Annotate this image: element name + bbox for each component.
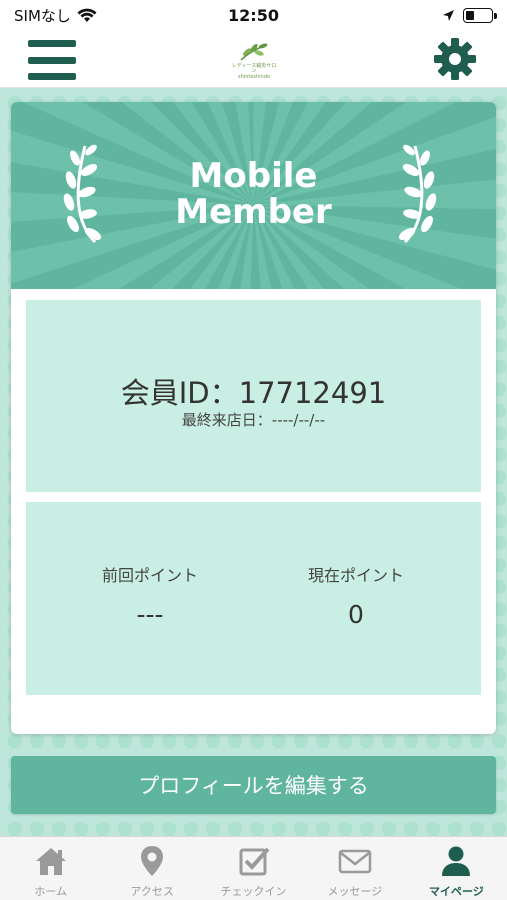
points-panel: 前回ポイント --- 現在ポイント 0 xyxy=(26,502,481,695)
nav-bar: レディース鍼灸サロン shintoshindo xyxy=(0,30,507,88)
person-icon xyxy=(442,846,471,876)
tab-bar: ホーム アクセス チェックイン メッセージ マイページ xyxy=(0,836,507,900)
tab-mypage[interactable]: マイページ xyxy=(406,837,507,900)
tab-home[interactable]: ホーム xyxy=(0,837,101,900)
card-header: Mobile Member xyxy=(11,102,496,289)
salon-logo: レディース鍼灸サロン shintoshindo xyxy=(230,36,278,84)
tab-label: ホーム xyxy=(34,885,68,898)
previous-points-value: --- xyxy=(136,600,164,629)
status-left: SIMなし xyxy=(14,5,97,26)
tab-label: アクセス xyxy=(130,885,174,898)
logo-text-en: shintoshindo xyxy=(238,73,270,80)
tab-message[interactable]: メッセージ xyxy=(304,837,405,900)
carrier-label: SIMなし xyxy=(14,6,71,25)
edit-profile-button[interactable]: プロフィールを編集する xyxy=(11,756,496,814)
current-points-label: 現在ポイント xyxy=(307,566,404,585)
location-arrow-icon xyxy=(443,9,454,21)
checkbox-icon xyxy=(239,847,270,876)
map-pin-icon xyxy=(141,846,164,876)
leaf-logo-icon xyxy=(240,43,268,61)
current-points-value: 0 xyxy=(348,600,364,629)
previous-points: 前回ポイント --- xyxy=(50,562,250,629)
status-bar: SIMなし 12:50 xyxy=(0,0,507,30)
tab-checkin[interactable]: チェックイン xyxy=(203,837,304,900)
battery-fill xyxy=(466,10,475,20)
menu-line xyxy=(28,56,76,64)
wifi-icon xyxy=(77,8,97,22)
tab-access[interactable]: アクセス xyxy=(101,837,202,900)
last-visit-date: 最終来店日：----/--/-- xyxy=(181,411,326,429)
gear-icon[interactable] xyxy=(432,36,478,82)
previous-points-label: 前回ポイント xyxy=(101,566,198,585)
menu-line xyxy=(28,40,76,47)
member-id-panel: 会員ID：17712491 最終来店日：----/--/-- xyxy=(26,300,481,492)
tab-label: チェックイン xyxy=(220,885,287,898)
home-icon xyxy=(35,848,66,875)
member-id: 会員ID：17712491 xyxy=(120,376,387,410)
current-points: 現在ポイント 0 xyxy=(256,562,456,629)
member-card: Mobile Member 会員ID：17712491 最終来店日：----/-… xyxy=(11,102,496,734)
tab-label: メッセージ xyxy=(327,885,383,898)
envelope-icon xyxy=(338,849,372,874)
menu-line xyxy=(28,73,76,80)
laurel-right-icon xyxy=(398,144,437,244)
hamburger-menu-icon[interactable] xyxy=(28,40,76,80)
tab-label: マイページ xyxy=(428,885,484,898)
battery-icon xyxy=(463,7,497,23)
status-right xyxy=(442,7,497,23)
